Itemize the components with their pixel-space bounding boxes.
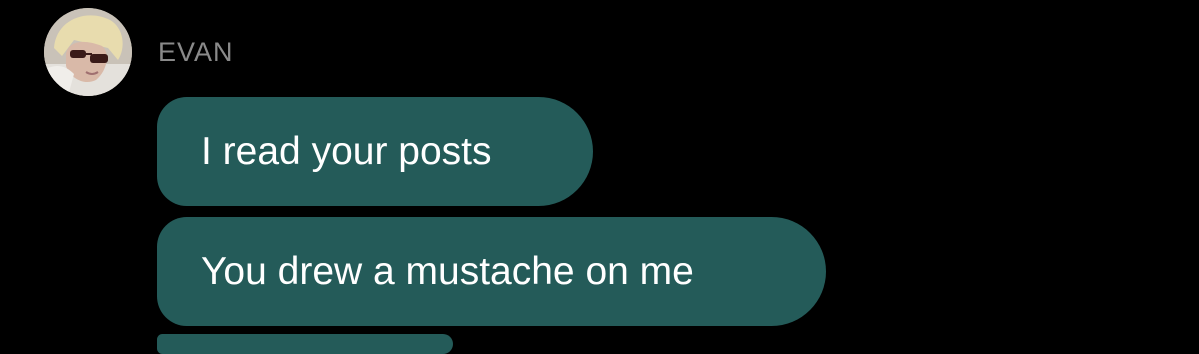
sender-avatar[interactable] bbox=[44, 8, 132, 96]
chat-thread: EVAN I read your posts You drew a mustac… bbox=[0, 0, 1199, 354]
message-text: You drew a mustache on me bbox=[201, 249, 694, 293]
message-bubble-partial[interactable] bbox=[157, 334, 453, 354]
message-bubble[interactable]: I read your posts bbox=[157, 97, 593, 206]
message-bubble[interactable]: You drew a mustache on me bbox=[157, 217, 826, 326]
sender-name: EVAN bbox=[158, 37, 234, 67]
message-text: I read your posts bbox=[201, 129, 492, 173]
avatar-photo-icon bbox=[44, 8, 132, 96]
